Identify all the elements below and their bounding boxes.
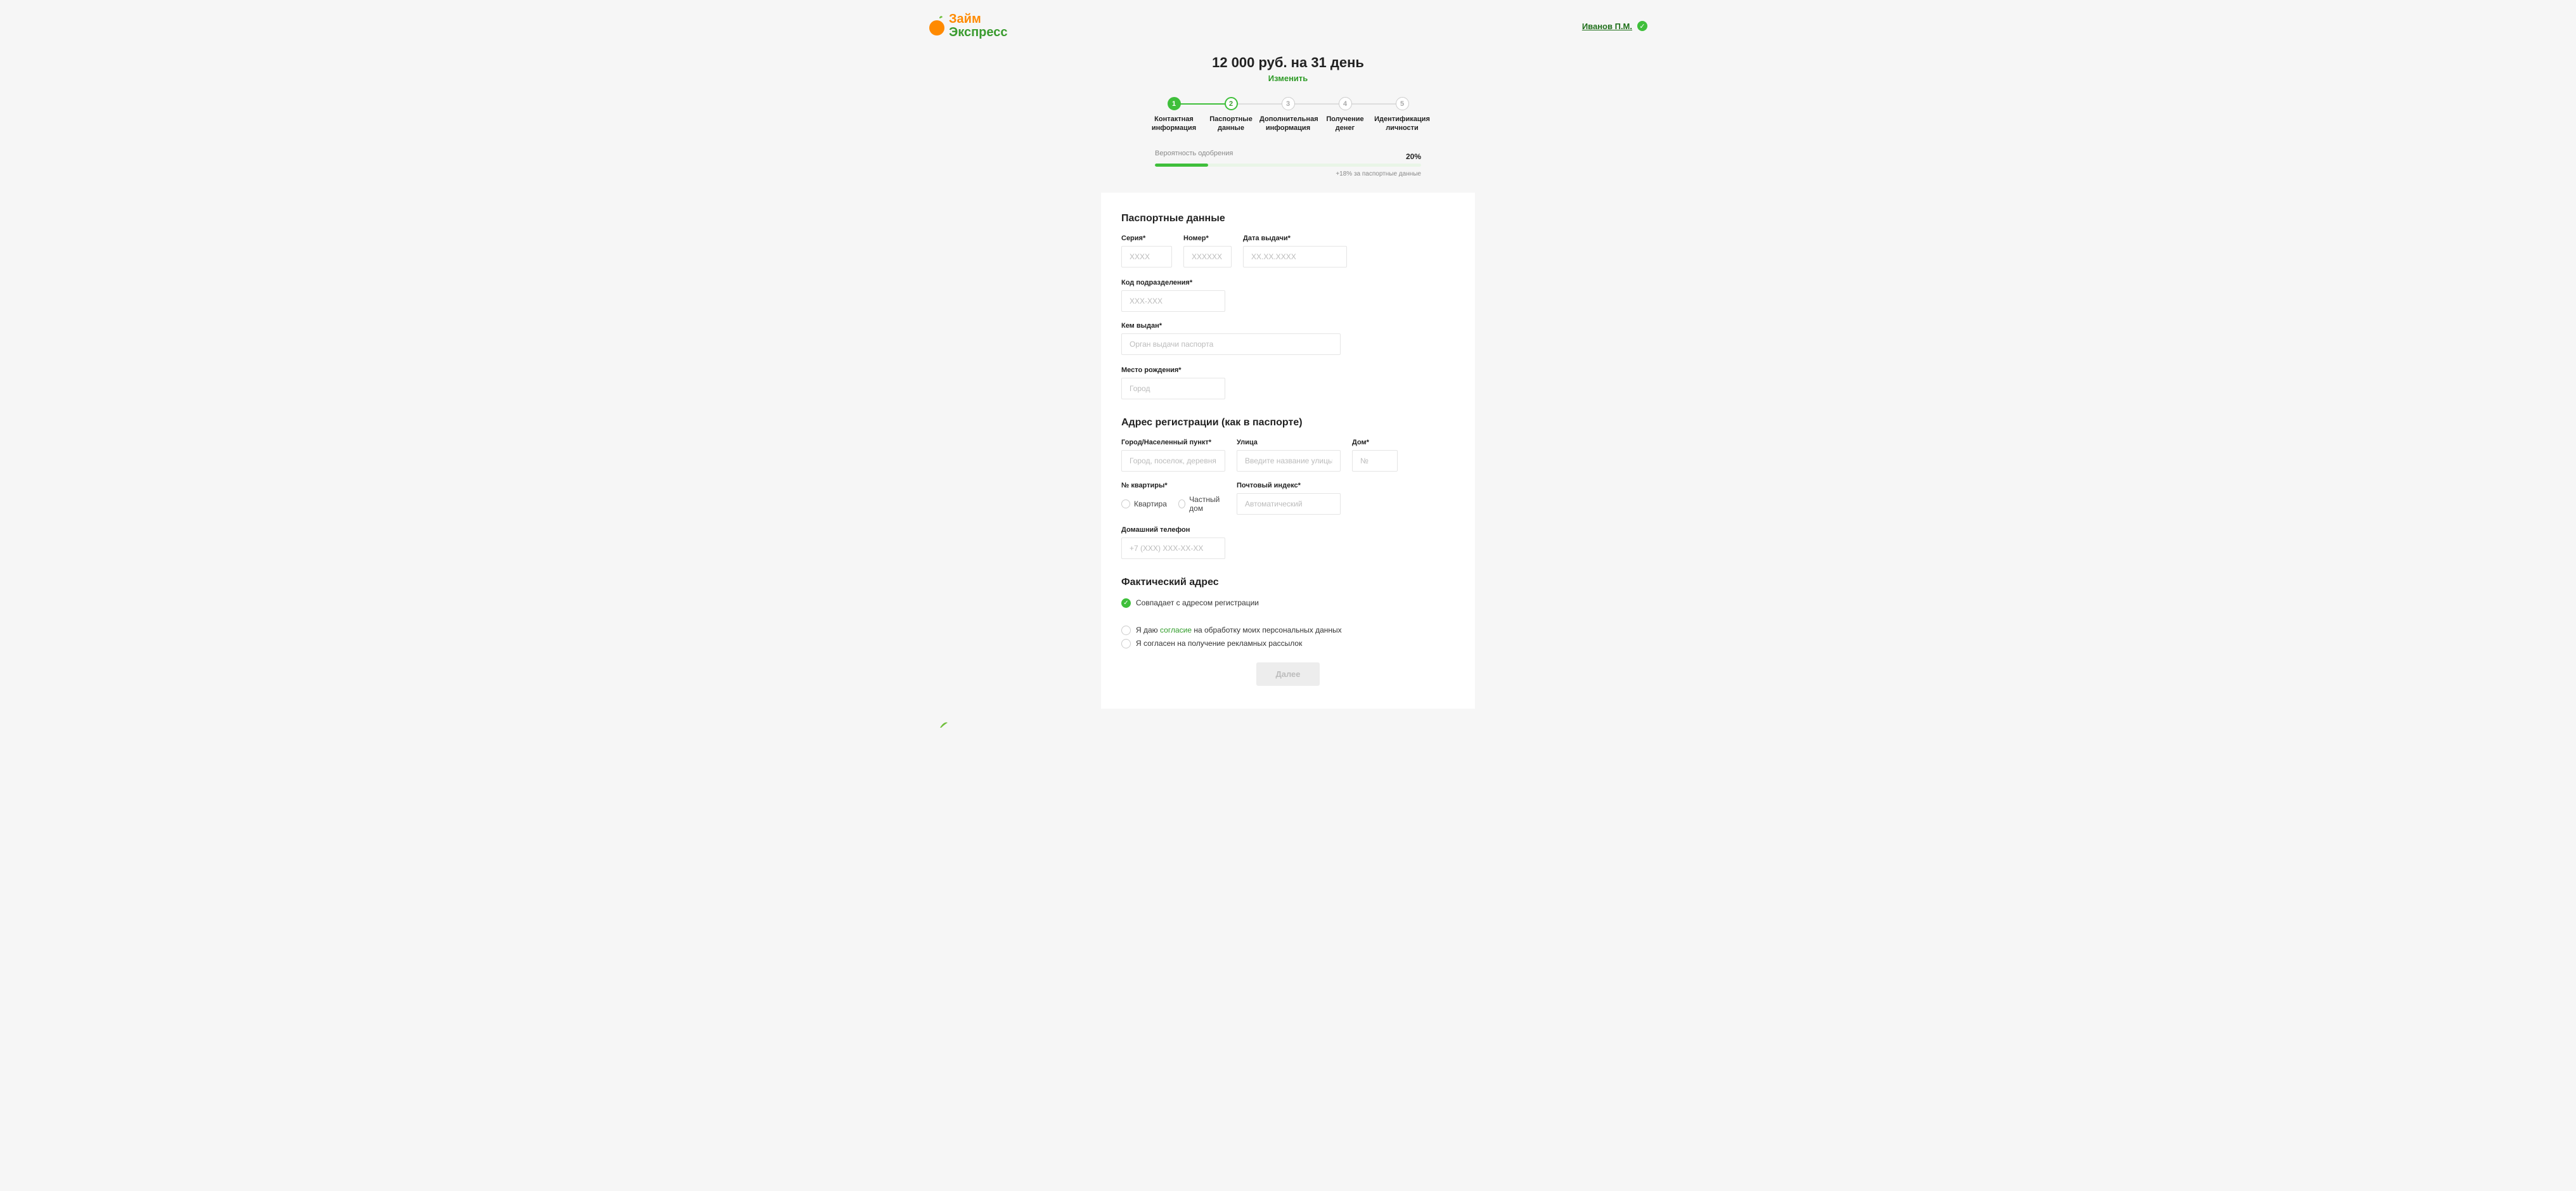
street-label: Улица <box>1237 439 1341 446</box>
step-5: 5 Идентификация личности <box>1374 97 1431 133</box>
same-address-check[interactable]: ✓ Совпадает с адресом регистрации <box>1121 598 1455 608</box>
stepper: 1 Контактная информация 2 Паспортные дан… <box>929 97 1647 133</box>
approval-bar <box>1155 164 1421 167</box>
approval-percent: 20% <box>1406 152 1421 161</box>
approval-hint: +18% за паспортные данные <box>1155 171 1421 177</box>
step-4: 4 Получение денег <box>1317 97 1374 133</box>
birth-place-input[interactable] <box>1121 378 1225 399</box>
actual-title: Фактический адрес <box>1121 577 1455 588</box>
form-card: Паспортные данные Серия* Номер* Дата выд… <box>1101 193 1475 709</box>
leaf-icon <box>935 720 948 729</box>
consent-ads[interactable]: Я согласен на получение рекламных рассыл… <box>1121 639 1455 648</box>
apt-radio-house[interactable]: Частный дом <box>1178 495 1225 513</box>
zip-input[interactable] <box>1237 493 1341 515</box>
logo-line1: Займ <box>949 13 1008 26</box>
footer-logo <box>929 720 1647 731</box>
logo[interactable]: Займ Экспресс <box>929 13 1008 39</box>
number-input[interactable] <box>1183 246 1232 267</box>
number-label: Номер* <box>1183 235 1232 242</box>
issued-by-label: Кем выдан* <box>1121 322 1341 330</box>
birth-place-label: Место рождения* <box>1121 366 1225 374</box>
change-link[interactable]: Изменить <box>1268 74 1308 83</box>
approval-label: Вероятность одобрения <box>1155 150 1421 157</box>
logo-line2: Экспресс <box>949 26 1008 39</box>
step-2: 2 Паспортные данные <box>1202 97 1259 133</box>
issued-by-input[interactable] <box>1121 333 1341 355</box>
house-input[interactable] <box>1352 450 1398 472</box>
address-title: Адрес регистрации (как в паспорте) <box>1121 417 1455 428</box>
orange-icon <box>929 15 945 37</box>
series-input[interactable] <box>1121 246 1172 267</box>
house-label: Дом* <box>1352 439 1398 446</box>
user-menu-link[interactable]: Иванов П.М. <box>1582 22 1632 31</box>
series-label: Серия* <box>1121 235 1172 242</box>
phone-label: Домашний телефон <box>1121 526 1225 534</box>
step-3: 3 Дополнительная информация <box>1259 97 1317 133</box>
zip-label: Почтовый индекс* <box>1237 482 1341 489</box>
issue-date-input[interactable] <box>1243 246 1347 267</box>
check-icon: ✓ <box>1637 21 1647 31</box>
apt-label: № квартиры* <box>1121 482 1225 489</box>
check-icon: ✓ <box>1121 598 1131 608</box>
phone-input[interactable] <box>1121 538 1225 559</box>
dept-code-label: Код подразделения* <box>1121 279 1225 286</box>
city-label: Город/Населенный пункт* <box>1121 439 1225 446</box>
step-1: 1 Контактная информация <box>1145 97 1202 133</box>
issue-date-label: Дата выдачи* <box>1243 235 1347 242</box>
street-input[interactable] <box>1237 450 1341 472</box>
city-input[interactable] <box>1121 450 1225 472</box>
consent-personal[interactable]: Я даю согласие на обработку моих персона… <box>1121 626 1455 635</box>
next-button[interactable]: Далее <box>1256 662 1319 686</box>
dept-code-input[interactable] <box>1121 290 1225 312</box>
consent-link[interactable]: согласие <box>1160 626 1192 634</box>
apt-radio-flat[interactable]: Квартира <box>1121 499 1167 508</box>
loan-summary: 12 000 руб. на 31 день <box>929 55 1647 71</box>
passport-title: Паспортные данные <box>1121 213 1455 224</box>
